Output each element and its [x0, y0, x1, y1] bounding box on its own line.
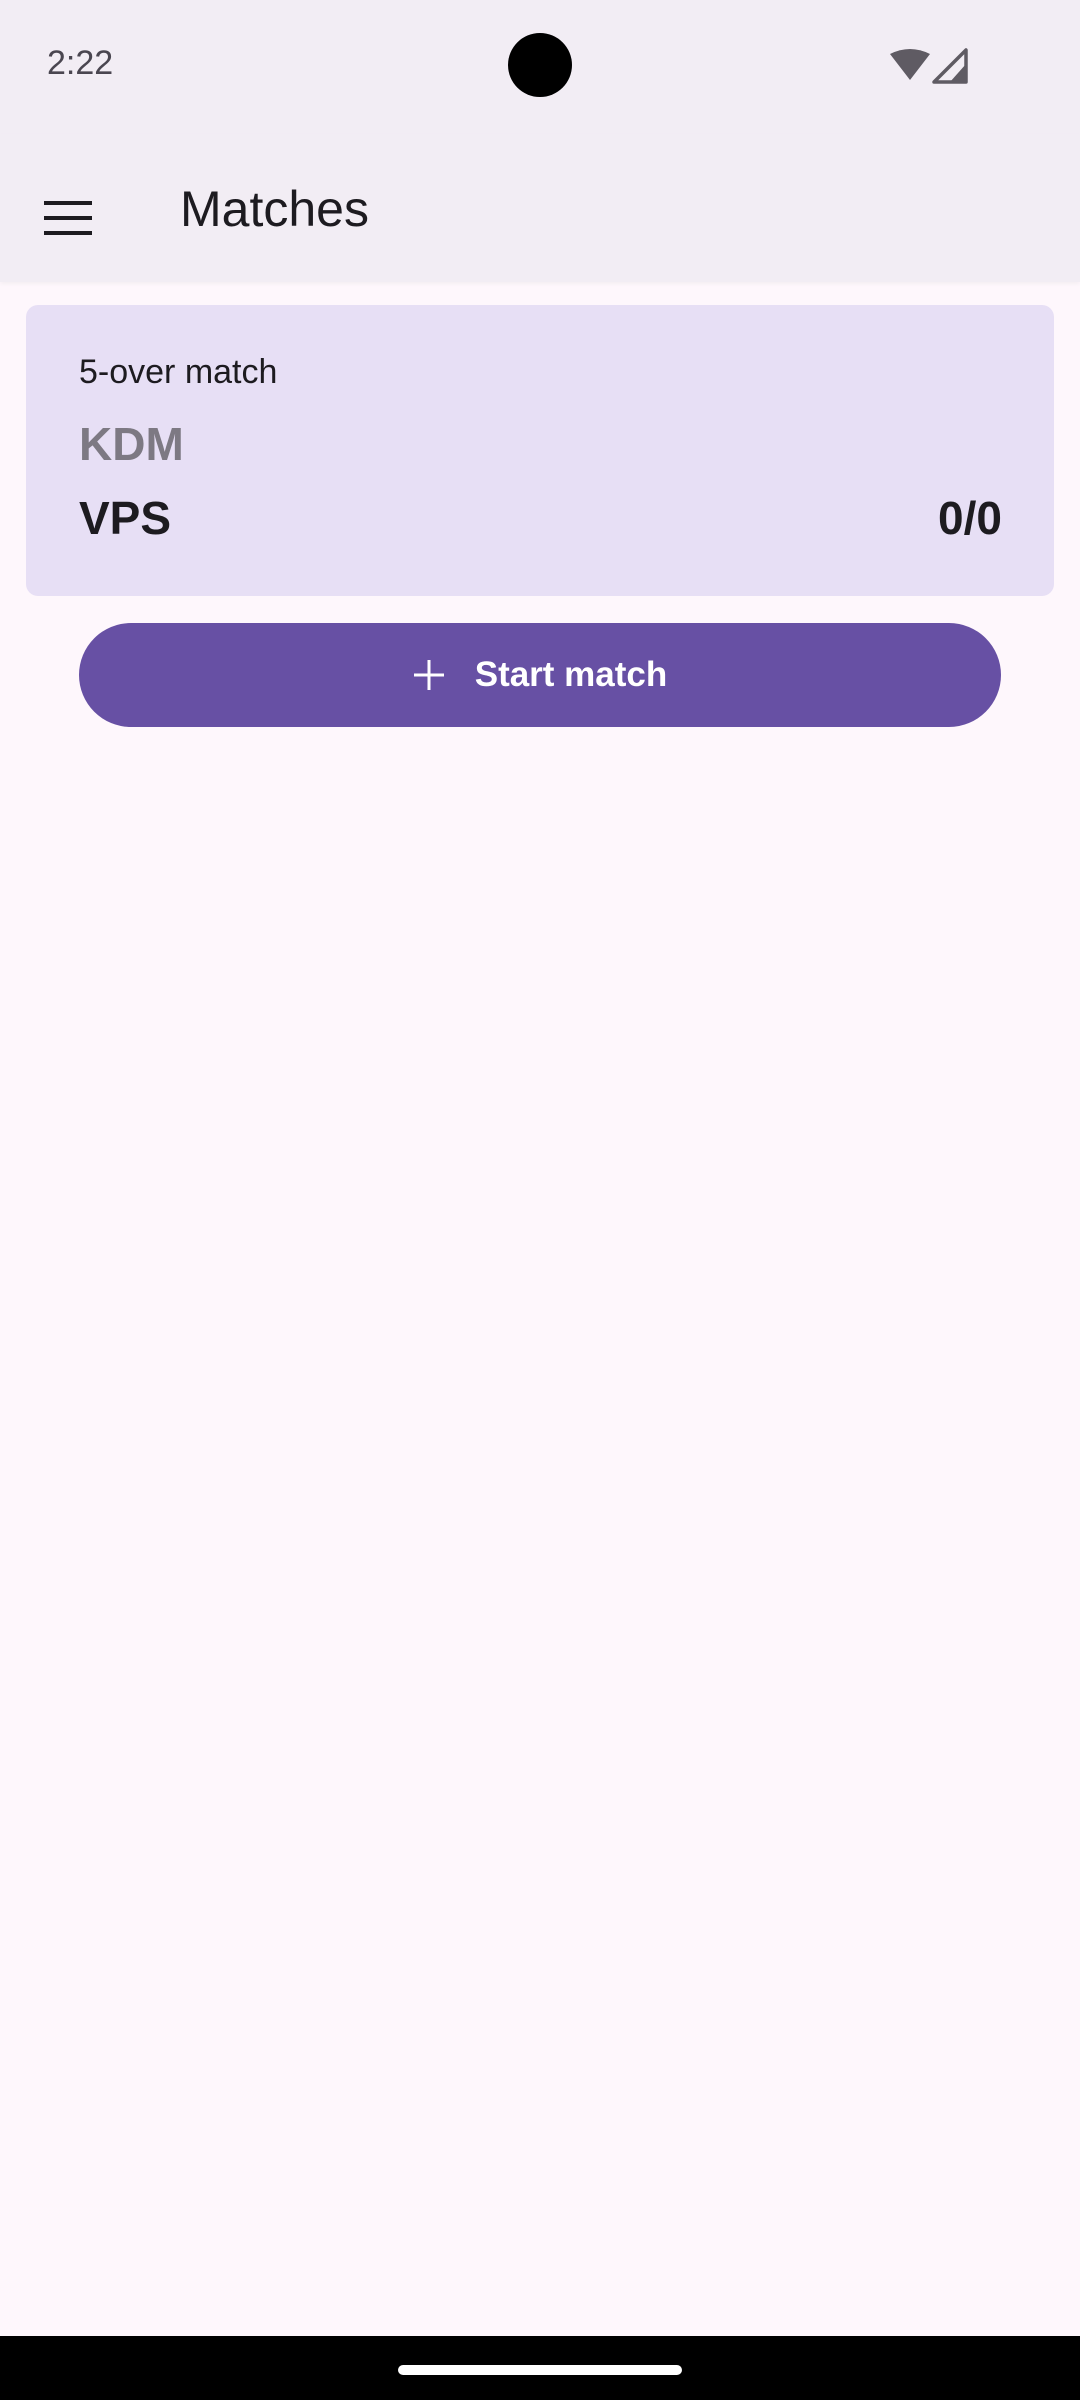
- status-time: 2:22: [47, 44, 114, 82]
- status-icons: [888, 48, 968, 84]
- page-title: Matches: [180, 181, 369, 237]
- start-match-button[interactable]: Start match: [79, 623, 1001, 727]
- menu-icon[interactable]: [28, 178, 108, 258]
- match-type-label: 5-over match: [79, 353, 278, 391]
- team-b-score: 0/0: [938, 492, 1002, 544]
- start-match-label: Start match: [474, 655, 668, 694]
- status-bar: 2:22: [0, 0, 1080, 134]
- camera-cutout: [508, 33, 572, 97]
- home-gesture-handle[interactable]: [398, 2365, 682, 2375]
- team-a-name: KDM: [79, 418, 184, 470]
- plus-icon: [413, 659, 445, 691]
- wifi-icon: [890, 49, 930, 80]
- cellular-signal-icon: [932, 48, 968, 84]
- match-card[interactable]: 5-over match KDM VPS 0/0: [26, 305, 1054, 596]
- app-bar: Matches: [0, 134, 1080, 282]
- team-b-name: VPS: [79, 492, 172, 544]
- navigation-bar: [0, 2336, 1080, 2400]
